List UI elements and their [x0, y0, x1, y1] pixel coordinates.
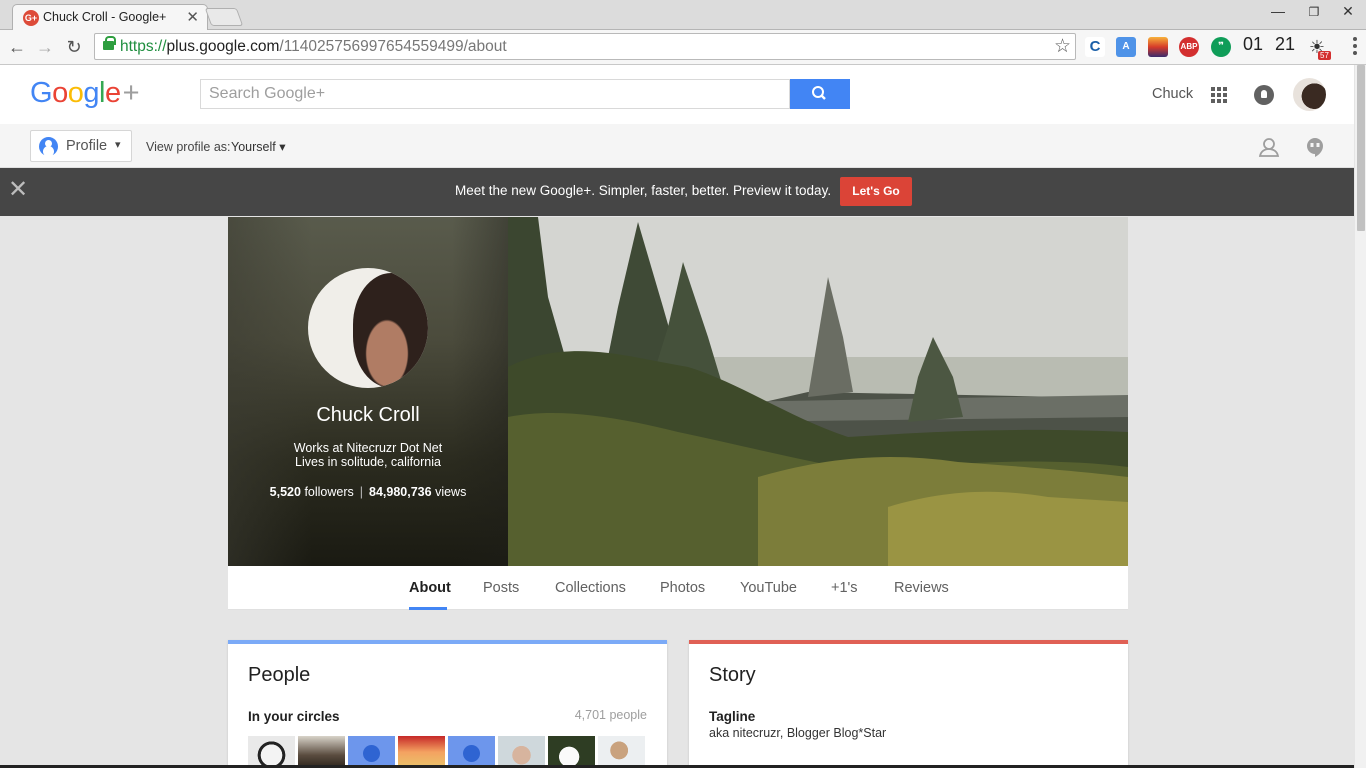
- scrollbar-thumb[interactable]: [1357, 65, 1365, 231]
- card-accent-bar: [228, 640, 667, 644]
- tab-close-icon[interactable]: ✕: [186, 8, 199, 26]
- people-card-title: People: [248, 664, 311, 686]
- circle-avatar-placeholder[interactable]: [348, 736, 395, 768]
- tab-collections[interactable]: Collections: [555, 580, 626, 596]
- reload-icon[interactable]: ↻: [62, 35, 86, 59]
- cover-landscape: [508, 217, 1128, 566]
- logo-letter: o: [67, 77, 84, 109]
- logo-letter: e: [104, 77, 121, 109]
- notifications-bell-icon[interactable]: [1254, 85, 1274, 105]
- search-button[interactable]: [790, 79, 850, 109]
- view-as-label: View profile as:: [146, 140, 231, 154]
- card-accent-bar: [689, 640, 1128, 644]
- views-count: 84,980,736: [369, 485, 432, 499]
- logo-letter: o: [52, 77, 68, 109]
- view-as-value: Yourself: [231, 140, 276, 154]
- promo-text: Meet the new Google+. Simpler, faster, b…: [455, 183, 832, 198]
- restore-icon[interactable]: ❐: [1299, 5, 1329, 19]
- profile-tabs: About Posts Collections Photos YouTube +…: [228, 566, 1128, 610]
- logo-letter: g: [83, 77, 99, 109]
- new-tab-button[interactable]: [204, 8, 244, 26]
- google-plus-logo[interactable]: Google+: [30, 77, 140, 110]
- hangouts-icon[interactable]: ❞: [1211, 37, 1231, 57]
- translate-icon[interactable]: A: [1116, 37, 1136, 57]
- google-plus-favicon-icon: G+: [23, 10, 39, 26]
- tagline-label: Tagline: [709, 709, 756, 724]
- url-text: https://plus.google.com/1140257569976545…: [120, 38, 507, 55]
- views-label: views: [435, 485, 467, 499]
- in-your-circles-label[interactable]: In your circles: [248, 709, 340, 724]
- circle-avatar[interactable]: [548, 736, 595, 768]
- promo-banner: ✕ Meet the new Google+. Simpler, faster,…: [0, 168, 1354, 216]
- clock-minutes: 21: [1275, 34, 1296, 54]
- story-card-title: Story: [709, 664, 756, 686]
- weather-badge: 57: [1318, 51, 1331, 60]
- clock-hours: 01: [1243, 34, 1264, 54]
- back-arrow-icon[interactable]: ←: [5, 35, 29, 59]
- hangouts-icon[interactable]: [1304, 136, 1326, 158]
- address-bar[interactable]: https://plus.google.com/1140257569976545…: [94, 33, 1076, 60]
- adblock-icon[interactable]: ABP: [1179, 37, 1199, 57]
- gplus-header: Google+ Chuck: [0, 65, 1354, 124]
- sunset-extension-icon[interactable]: [1148, 37, 1168, 57]
- people-card: People In your circles 4,701 people: [228, 640, 667, 768]
- circle-avatar[interactable]: [298, 736, 345, 768]
- circle-avatar[interactable]: [598, 736, 645, 768]
- tab-about[interactable]: About: [409, 580, 451, 596]
- profile-work: Works at Nitecruzr Dot Net: [293, 441, 443, 455]
- tab-plus-ones[interactable]: +1's: [831, 580, 858, 596]
- profile-subnav: Profile ▾ View profile as: Yourself ▾: [0, 124, 1354, 168]
- active-tab-indicator: [409, 607, 447, 610]
- people-count[interactable]: 4,701 people: [575, 708, 647, 722]
- minimize-icon[interactable]: —: [1263, 3, 1293, 19]
- person-icon: [39, 137, 58, 156]
- tab-photos[interactable]: Photos: [660, 580, 705, 596]
- story-card: Story Tagline aka nitecruzr, Blogger Blo…: [689, 640, 1128, 768]
- followers-count[interactable]: 5,520: [270, 485, 301, 499]
- profile-name: Chuck Croll: [316, 404, 420, 426]
- profile-dropdown-label: Profile: [66, 138, 108, 154]
- tab-posts[interactable]: Posts: [483, 580, 519, 596]
- tagline-text: aka nitecruzr, Blogger Blog*Star: [709, 726, 887, 740]
- profile-photo[interactable]: [308, 268, 428, 388]
- page-scrollbar[interactable]: [1354, 65, 1366, 768]
- tab-youtube[interactable]: YouTube: [740, 580, 797, 596]
- user-name-link[interactable]: Chuck: [1152, 86, 1193, 102]
- circle-avatar[interactable]: [248, 736, 295, 768]
- account-avatar[interactable]: [1293, 78, 1326, 111]
- browser-tab[interactable]: G+ Chuck Croll - Google+ ✕: [12, 4, 208, 30]
- profile-dropdown-button[interactable]: Profile ▾: [30, 130, 132, 162]
- logo-plus: +: [122, 77, 140, 109]
- circle-avatar[interactable]: [498, 736, 545, 768]
- chevron-down-icon: ▾: [115, 139, 121, 151]
- close-icon[interactable]: ✕: [8, 178, 28, 202]
- circle-avatar-placeholder[interactable]: [448, 736, 495, 768]
- browser-toolbar: ← → ↻ https://plus.google.com/1140257569…: [0, 30, 1366, 65]
- profile-cover: Chuck Croll Works at Nitecruzr Dot Net L…: [228, 217, 1128, 566]
- profile-location: Lives in solitude, california: [295, 455, 441, 469]
- bookmark-star-icon[interactable]: ☆: [1054, 35, 1071, 58]
- add-person-icon[interactable]: [1258, 136, 1280, 158]
- circle-avatar[interactable]: [398, 736, 445, 768]
- browser-menu-icon[interactable]: [1352, 36, 1358, 56]
- search-input[interactable]: [201, 80, 789, 108]
- ext-c-icon[interactable]: C: [1085, 37, 1105, 57]
- apps-grid-icon[interactable]: [1211, 87, 1227, 103]
- cover-info-panel: Chuck Croll Works at Nitecruzr Dot Net L…: [228, 217, 508, 566]
- close-window-icon[interactable]: ✕: [1333, 3, 1363, 20]
- search-icon: [812, 86, 826, 100]
- profile-stats: 5,520 followers | 84,980,736 views: [269, 485, 467, 499]
- tab-reviews[interactable]: Reviews: [894, 580, 949, 596]
- followers-label[interactable]: followers: [304, 485, 353, 499]
- lock-icon: [103, 36, 116, 50]
- tab-title: Chuck Croll - Google+: [43, 10, 167, 24]
- chevron-down-icon: ▾: [279, 140, 286, 154]
- forward-arrow-icon[interactable]: →: [33, 35, 57, 59]
- view-as-dropdown[interactable]: Yourself ▾: [231, 139, 285, 154]
- search-box: [200, 79, 790, 109]
- lets-go-button[interactable]: Let's Go: [840, 177, 912, 206]
- cover-photo: [508, 217, 1128, 566]
- logo-letter: G: [30, 77, 53, 109]
- browser-tabstrip: G+ Chuck Croll - Google+ ✕ — ❐ ✕: [0, 0, 1366, 30]
